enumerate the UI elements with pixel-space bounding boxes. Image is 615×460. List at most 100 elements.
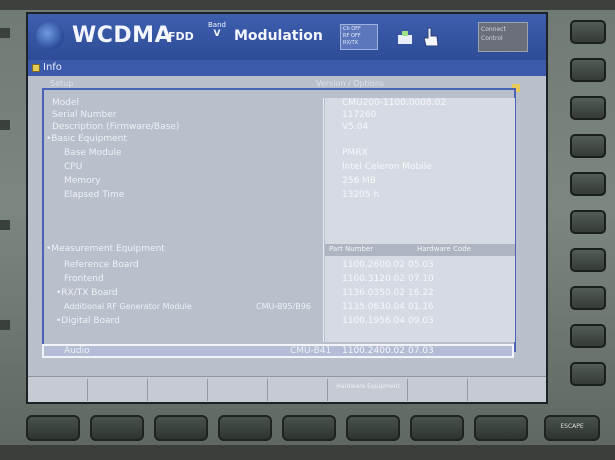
row-name: Base Module [64, 148, 122, 158]
table-row[interactable]: •RX/TX Board 1136.0350.02 16.22 [42, 288, 512, 300]
bottom-hardkey[interactable] [346, 415, 400, 441]
row-value: 13205 h [342, 190, 380, 200]
row-value: 256 MB [342, 176, 376, 186]
row-value: CMU200-1100.0008.02 [342, 98, 447, 108]
table-row[interactable]: Model CMU200-1100.0008.02 [42, 98, 512, 110]
fdd-label: FDD [168, 30, 194, 43]
escape-label: ESCAPE [560, 423, 584, 430]
table-row[interactable]: Base Module PMRX [42, 148, 512, 160]
status-line-3: RX/TX [343, 40, 359, 46]
softkey-2[interactable] [88, 379, 148, 401]
softkey-4[interactable] [208, 379, 268, 401]
softkey-label: Hardware Equipment [336, 383, 400, 390]
column-header-version: Version / Options [316, 79, 385, 88]
table-row[interactable]: Additional RF Generator Module CMU-B95/B… [42, 302, 512, 314]
escape-key[interactable]: ESCAPE [544, 415, 600, 441]
panel-line-1: Connect [481, 26, 506, 33]
instrument-screen: WCDMA FDD Band V Modulation Ch OFF RF OF… [26, 12, 548, 404]
table-row[interactable]: •Digital Board 1100.1956.04 09.03 [42, 316, 512, 328]
row-name: •Basic Equipment [46, 134, 127, 144]
bezel-notch [0, 120, 10, 130]
table-row[interactable]: CPU Intel Celeron Mobile [42, 162, 512, 174]
softkey-8[interactable] [468, 379, 546, 401]
bezel-bottom-edge [0, 445, 615, 460]
column-header-setup: Setup [50, 79, 74, 88]
row-name: Serial Number [52, 110, 117, 120]
bottom-hardkey[interactable] [26, 415, 80, 441]
info-title: Info [43, 62, 62, 73]
softkey-1[interactable] [28, 379, 88, 401]
side-hardkey[interactable] [570, 248, 606, 272]
softkey-5[interactable] [268, 379, 328, 401]
table-row[interactable]: Frontend 1100.3120.02 07.10 [42, 274, 512, 286]
softkey-3[interactable] [148, 379, 208, 401]
row-value: PMRX [342, 148, 368, 158]
side-hardkey[interactable] [570, 96, 606, 120]
row-hardware-code: 07.03 [408, 346, 434, 356]
row-name: Description (Firmware/Base) [52, 122, 180, 132]
table-row[interactable]: Elapsed Time 13205 h [42, 190, 512, 202]
row-value: V5.04 [342, 122, 369, 132]
standard-title: WCDMA [72, 23, 173, 48]
side-hardkey[interactable] [570, 134, 606, 158]
panel-line-2: Control [481, 35, 503, 42]
menu-icon[interactable] [32, 64, 40, 72]
connector-icon[interactable] [396, 30, 414, 46]
softkey-7[interactable] [408, 379, 468, 401]
bottom-hardkey[interactable] [474, 415, 528, 441]
rohde-schwarz-logo-icon [36, 22, 64, 50]
row-option: CMU-B95/B96 [256, 302, 311, 311]
row-value: Intel Celeron Mobile [342, 162, 432, 172]
row-hardware-code: 09.03 [408, 316, 434, 326]
info-menu-bar: Info [28, 60, 546, 76]
row-name: •Measurement Equipment [46, 244, 165, 254]
row-name: Elapsed Time [64, 190, 125, 200]
status-line-2: RF OFF [343, 33, 361, 39]
table-row[interactable]: Serial Number 117260 [42, 110, 512, 122]
row-name: Frontend [64, 274, 104, 284]
status-line-1: Ch OFF [343, 26, 361, 32]
row-part-number: 1135.0630.04 [342, 302, 405, 312]
side-hardkey[interactable] [570, 172, 606, 196]
table-row[interactable]: Reference Board 1100.2600.02 05.03 [42, 260, 512, 272]
side-hardkey[interactable] [570, 210, 606, 234]
bottom-hardkey[interactable] [282, 415, 336, 441]
bezel-notch [0, 320, 10, 330]
row-name: •RX/TX Board [56, 288, 118, 298]
table-row[interactable]: Description (Firmware/Base) V5.04 [42, 122, 512, 134]
hand-pointer-icon[interactable] [420, 26, 442, 48]
row-name: Memory [64, 176, 101, 186]
row-hardware-code: 05.03 [408, 260, 434, 270]
row-part-number: 1136.0350.02 [342, 288, 405, 298]
row-part-number: 1100.1956.04 [342, 316, 405, 326]
table-row[interactable]: •Measurement Equipment [42, 244, 512, 256]
side-hardkey[interactable] [570, 362, 606, 386]
table-row[interactable]: Memory 256 MB [42, 176, 512, 188]
row-hardware-code: 01.16 [408, 302, 434, 312]
table-row-selected[interactable]: Audio CMU-B41 1100.2400.02 07.03 [42, 346, 512, 358]
row-name: •Digital Board [56, 316, 120, 326]
row-name: Reference Board [64, 260, 139, 270]
menu-title: Modulation [234, 28, 323, 44]
row-name: Model [52, 98, 80, 108]
row-part-number: 1100.3120.02 [342, 274, 405, 284]
side-hardkey[interactable] [570, 58, 606, 82]
table-row[interactable]: •Basic Equipment [42, 134, 512, 146]
title-bar: WCDMA FDD Band V Modulation Ch OFF RF OF… [28, 14, 546, 60]
bezel-top-edge [0, 0, 615, 10]
bottom-hardkey[interactable] [90, 415, 144, 441]
connect-control-softkey[interactable]: Connect Control [478, 22, 528, 52]
bottom-hardkey[interactable] [410, 415, 464, 441]
row-part-number: 1100.2600.02 [342, 260, 405, 270]
bottom-hardkey[interactable] [154, 415, 208, 441]
info-content: Setup Version / Options Part Number Hard… [28, 76, 546, 376]
row-hardware-code: 07.10 [408, 274, 434, 284]
bottom-hardkey[interactable] [218, 415, 272, 441]
side-hardkey[interactable] [570, 324, 606, 348]
side-hardkey[interactable] [570, 286, 606, 310]
row-name: CPU [64, 162, 83, 172]
bezel-notch [0, 220, 10, 230]
side-hardkey[interactable] [570, 20, 606, 44]
softkey-bar: Hardware Equipment [28, 376, 546, 402]
hardware-equipment-softkey[interactable]: Hardware Equipment [328, 379, 408, 401]
